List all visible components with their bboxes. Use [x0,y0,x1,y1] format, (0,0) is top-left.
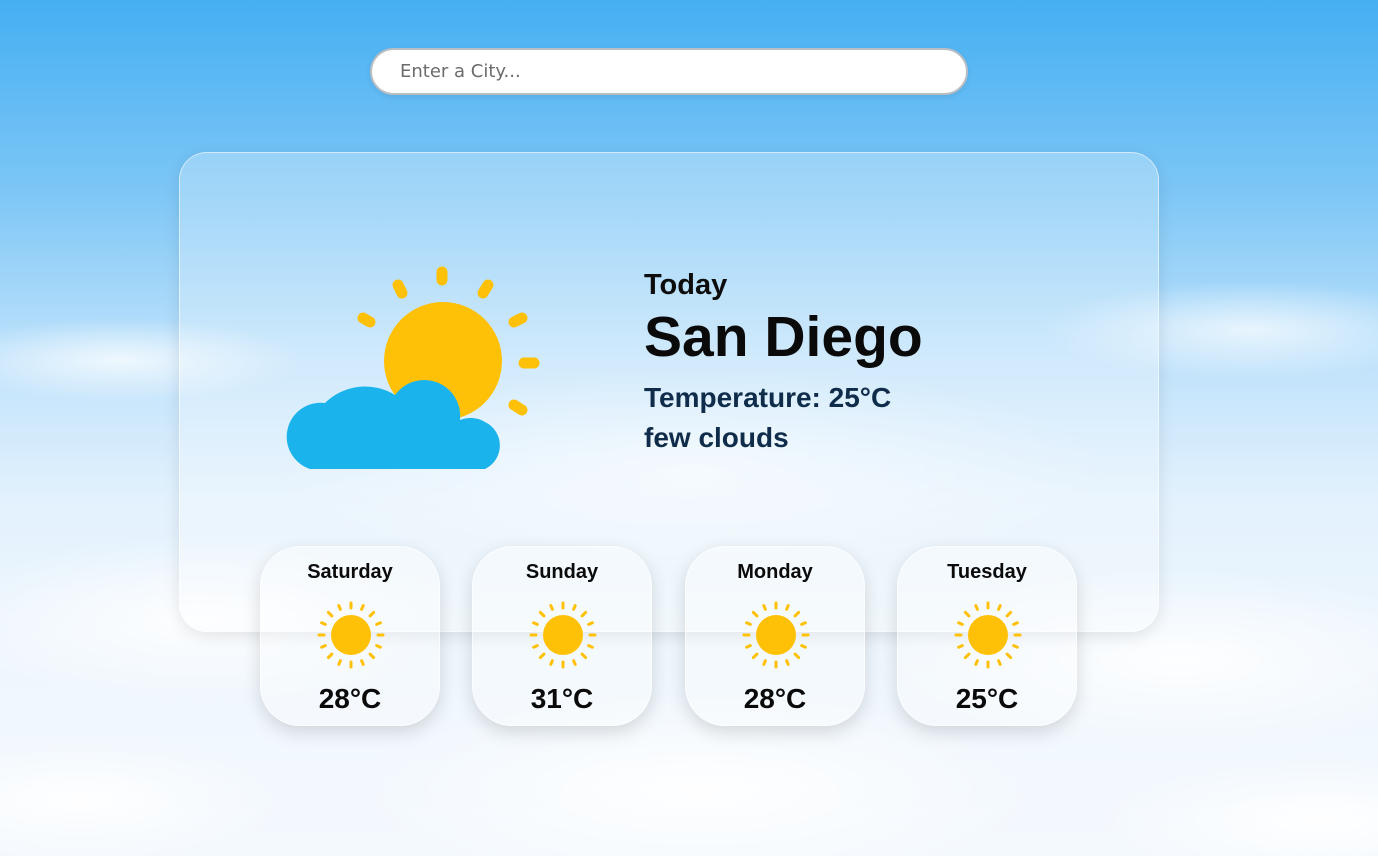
sun-icon [317,601,385,669]
sun-icon [742,601,810,669]
sun-icon [529,601,597,669]
forecast-card-saturday: Saturday 28°C [260,546,440,726]
forecast-card-monday: Monday 28°C [685,546,865,726]
forecast-day: Saturday [307,561,393,583]
weather-description: few clouds [644,422,789,453]
sun-icon [954,601,1022,669]
city-search-input[interactable] [370,48,968,95]
forecast-temperature: 28°C [318,683,382,714]
forecast-temperature: 25°C [955,683,1019,714]
search-bar [370,48,968,95]
city-name: San Diego [644,305,923,369]
forecast-day: Tuesday [947,561,1027,583]
forecast-day: Monday [737,561,813,583]
current-temperature: Temperature: 25°C [644,382,892,413]
current-weather-info: Today San Diego Temperature: 25°C few cl… [644,268,923,458]
today-label: Today [644,269,728,301]
forecast-card-sunday: Sunday 31°C [472,546,652,726]
sun-behind-cloud-icon [286,266,540,469]
forecast-card-tuesday: Tuesday 25°C [897,546,1077,726]
forecast-temperature: 28°C [743,683,807,714]
forecast-day: Sunday [525,561,599,583]
forecast-temperature: 31°C [530,683,594,714]
